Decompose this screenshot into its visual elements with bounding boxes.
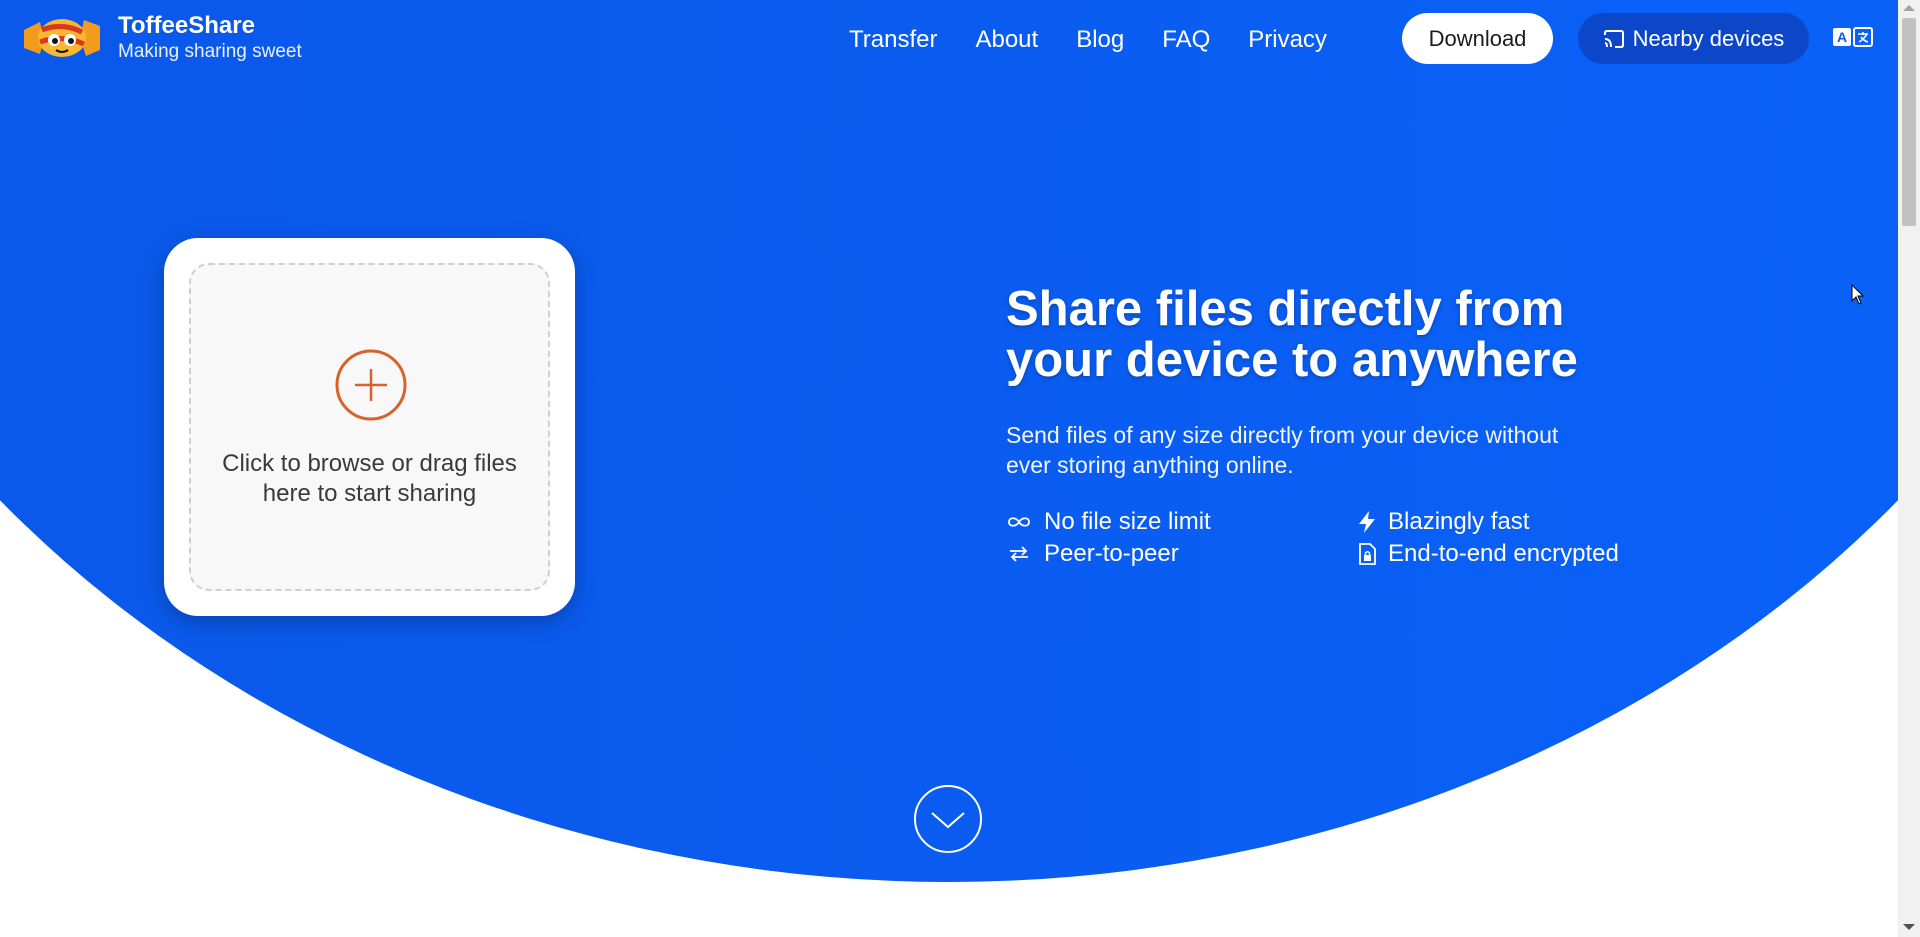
plus-circle-icon (335, 349, 407, 421)
dropzone-text-line2: here to start sharing (262, 480, 477, 507)
candy-logo-icon (24, 19, 100, 57)
scroll-down-chevron-icon[interactable] (914, 785, 982, 853)
feature-label: No file size limit (1044, 508, 1211, 535)
brand-name: ToffeeShare (118, 12, 255, 40)
file-dropzone[interactable]: Click to browse or drag files here to st… (189, 263, 550, 591)
page: ToffeeShare Making sharing sweet Transfe… (0, 0, 1920, 937)
hero-subtext-line1: Send files of any size directly from you… (1006, 422, 1559, 448)
feature-fast: Blazingly fast (1358, 508, 1529, 536)
hero-headline-line2: your device to anywhere (1006, 333, 1578, 387)
brand-tagline: Making sharing sweet (118, 40, 302, 62)
nearby-devices-label: Nearby devices (1632, 25, 1785, 51)
cast-icon (1603, 29, 1624, 48)
translate-icon[interactable]: A (1833, 27, 1873, 47)
nav-item-faq[interactable]: FAQ (1162, 26, 1210, 54)
nearby-devices-button[interactable]: Nearby devices (1578, 13, 1809, 64)
swap-arrows-icon (1010, 546, 1028, 562)
mouse-cursor-icon (1851, 284, 1865, 305)
upload-card[interactable]: Click to browse or drag files here to st… (164, 238, 575, 616)
main-content: ToffeeShare Making sharing sweet Transfe… (0, 0, 1898, 937)
brand-text: ToffeeShare Making sharing sweet (118, 12, 302, 62)
hero-subtext: Send files of any size directly from you… (1006, 420, 1646, 480)
infinity-icon (1008, 517, 1030, 527)
feature-label: End-to-end encrypted (1388, 540, 1619, 567)
main-nav: Transfer About Blog FAQ Privacy (849, 26, 1327, 54)
dropzone-text: Click to browse or drag files here to st… (191, 449, 548, 509)
nav-item-blog[interactable]: Blog (1076, 26, 1124, 54)
vertical-scrollbar[interactable] (1898, 0, 1920, 937)
hero-headline: Share files directly from your device to… (1006, 284, 1626, 386)
scrollbar-thumb[interactable] (1902, 18, 1916, 226)
nav-item-transfer[interactable]: Transfer (849, 26, 937, 54)
scroll-up-arrow-icon[interactable] (1903, 5, 1915, 11)
nav-item-privacy[interactable]: Privacy (1248, 26, 1327, 54)
feature-no-size-limit: No file size limit (1006, 508, 1211, 536)
brand[interactable]: ToffeeShare Making sharing sweet (24, 12, 302, 64)
hero-subtext-line2: ever storing anything online. (1006, 452, 1294, 478)
svg-text:A: A (1837, 29, 1847, 45)
locked-file-icon (1359, 543, 1376, 565)
nav-item-about[interactable]: About (975, 26, 1038, 54)
feature-label: Peer-to-peer (1044, 540, 1179, 567)
scroll-down-arrow-icon[interactable] (1903, 924, 1915, 930)
dropzone-text-line1: Click to browse or drag files (222, 450, 517, 477)
bolt-icon (1359, 511, 1375, 533)
download-button[interactable]: Download (1402, 13, 1553, 64)
hero-headline-line1: Share files directly from (1006, 282, 1565, 336)
feature-encrypted: End-to-end encrypted (1358, 540, 1619, 568)
feature-peer-to-peer: Peer-to-peer (1006, 540, 1179, 568)
feature-label: Blazingly fast (1388, 508, 1530, 535)
